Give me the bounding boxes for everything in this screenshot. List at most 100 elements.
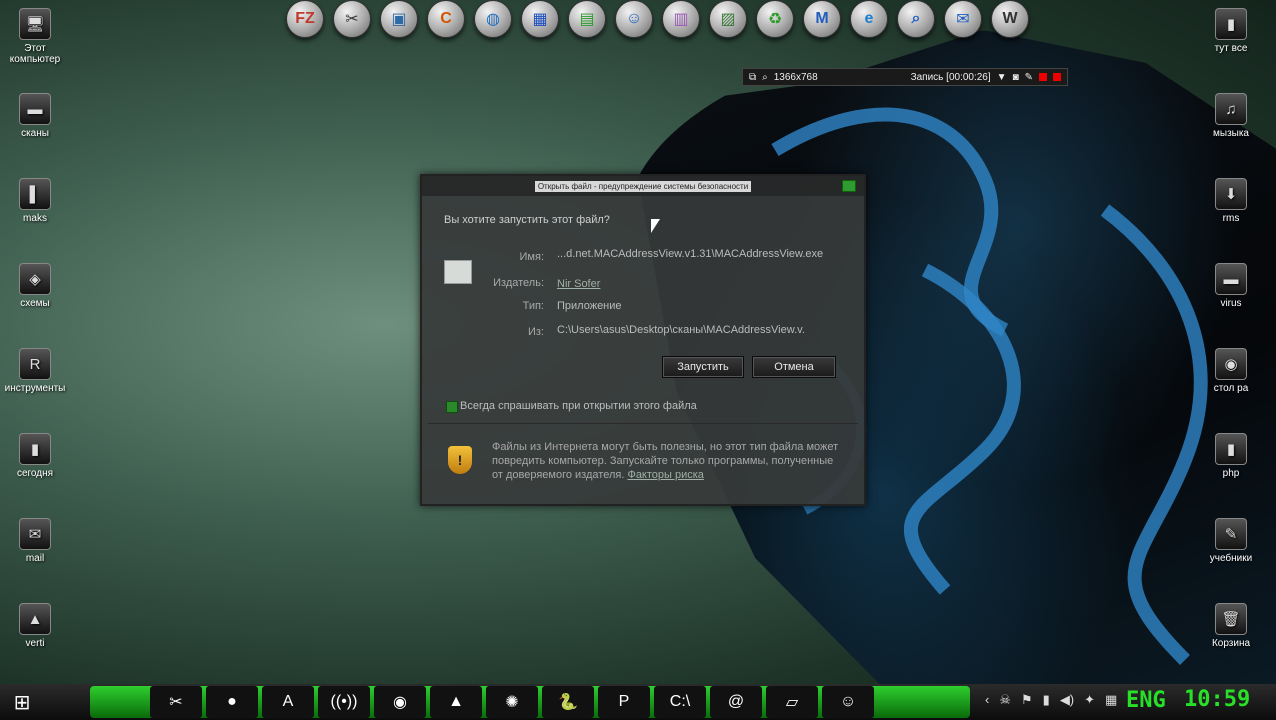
system-tray: ‹ ☠ ⚑ ▮ ◀) ✦ ▦	[985, 692, 1117, 708]
desktop-icon-right-7[interactable]: 🗑 Корзина	[1196, 603, 1266, 649]
dialog-question: Вы хотите запустить этот файл?	[444, 214, 610, 226]
desktop-icon-label: сегодня	[16, 468, 54, 479]
folder-icon: ▌	[19, 178, 51, 210]
record-icon[interactable]: ●	[206, 686, 258, 718]
tray-icon[interactable]: ◀)	[1060, 692, 1074, 708]
python-icon[interactable]: 🐍	[542, 686, 594, 718]
search-icon[interactable]: ⌕	[897, 0, 935, 38]
camera-icon[interactable]: ◙	[1013, 72, 1019, 83]
desktop-icon-label: Корзина	[1211, 638, 1251, 649]
desktop-icon-label: rms	[1222, 213, 1240, 224]
divider	[428, 423, 858, 424]
desktop-icon-left-2[interactable]: ▌ maks	[0, 178, 70, 224]
terminal-icon[interactable]: C:\	[654, 686, 706, 718]
resolution-text: 1366x768	[773, 71, 818, 83]
run-button[interactable]: Запустить	[662, 356, 744, 378]
desktop-icon-left-7[interactable]: ▲ verti	[0, 603, 70, 649]
desktop-icon-right-0[interactable]: ▮ тут все	[1196, 8, 1266, 54]
ccleaner-icon[interactable]: C	[427, 0, 465, 38]
desktop-icon-left-3[interactable]: ◈ схемы	[0, 263, 70, 309]
desktop-icon-left-5[interactable]: ▮ сегодня	[0, 433, 70, 479]
desktop-icon-label: maks	[23, 213, 47, 224]
desktop-icon-left-0[interactable]: 🖥 Этот компьютер	[0, 8, 70, 65]
tools-icon[interactable]: ✂	[333, 0, 371, 38]
monitor-icon[interactable]: ▣	[380, 0, 418, 38]
filezilla-icon[interactable]: FZ	[286, 0, 324, 38]
desktop-icon-right-5[interactable]: ▮ php	[1196, 433, 1266, 479]
publisher-label: Издатель:	[493, 277, 544, 289]
folder-icon: ♫	[1215, 93, 1247, 125]
chrome-icon[interactable]: ◉	[374, 686, 426, 718]
logo-icon[interactable]: M	[803, 0, 841, 38]
tray-icon[interactable]: ☠	[999, 692, 1011, 708]
network-icon[interactable]: ▤	[568, 0, 606, 38]
winrar-icon[interactable]: ▥	[662, 0, 700, 38]
desktop-icon-label: схемы	[20, 298, 50, 309]
desktop-icon-left-1[interactable]: ▬ сканы	[0, 93, 70, 139]
window-control-button[interactable]	[842, 180, 856, 192]
desktop-icon-label: сканы	[21, 128, 49, 139]
clock[interactable]: 10:59	[1184, 687, 1250, 712]
mask-icon[interactable]: ☺	[615, 0, 653, 38]
desktop-icon-right-3[interactable]: ▬ virus	[1196, 263, 1266, 309]
dropdown-icon[interactable]: ▼	[997, 72, 1007, 83]
desktop-icon-label: verti	[25, 638, 45, 649]
pencil-icon[interactable]: ✎	[1025, 72, 1033, 83]
globe-icon[interactable]: ◍	[474, 0, 512, 38]
dialog-title-bar[interactable]: Открыть файл - предупреждение системы бе…	[422, 176, 864, 196]
photo-icon[interactable]: ▨	[709, 0, 747, 38]
ie-icon[interactable]: e	[850, 0, 888, 38]
desktop-icon-right-6[interactable]: ✎ учебники	[1196, 518, 1266, 564]
desktop-icon-right-4[interactable]: ◉ стол ра	[1196, 348, 1266, 394]
desktop-icon-left-4[interactable]: Rинструменты	[0, 348, 70, 394]
desktop-icon-label: мызыка	[1213, 128, 1249, 139]
ball-icon[interactable]: ✺	[486, 686, 538, 718]
recycle-bin-icon: 🗑	[1215, 603, 1247, 635]
mail-icon[interactable]: ✉	[944, 0, 982, 38]
always-ask-checkbox[interactable]	[446, 401, 458, 413]
taskbar: ⊞ ✂ ● A ((•)) ◉ ▲ ✺ 🐍 P C:\ @ ▱ ☺ ‹ ☠ ⚑ ▮ ◀) ✦ ▦ ENG 10:59	[0, 684, 1276, 720]
tray-icon[interactable]: ▮	[1043, 692, 1050, 708]
warning-text-block: Файлы из Интернета могут быть полезны, н…	[492, 440, 847, 482]
start-button[interactable]: ⊞	[8, 690, 36, 714]
from-value: C:\Users\asus\Desktop\сканы\MACAddressVi…	[557, 324, 805, 336]
desktop-icon-right-1[interactable]: ♫ мызыка	[1196, 93, 1266, 139]
desktop-icon-label: инструменты	[4, 383, 66, 394]
folder-icon: ▬	[1215, 263, 1247, 295]
language-indicator[interactable]: ENG	[1126, 688, 1166, 713]
maze-icon[interactable]: ▦	[521, 0, 559, 38]
recycle-icon[interactable]: ♻	[756, 0, 794, 38]
risk-factors-link[interactable]: Факторы риска	[627, 469, 703, 481]
dialog-title: Открыть файл - предупреждение системы бе…	[534, 180, 752, 192]
zoom-icon[interactable]: ⌕	[762, 72, 768, 83]
desktop-icon-label: учебники	[1209, 553, 1253, 564]
computer-icon: 🖥	[19, 8, 51, 40]
resize-icon[interactable]: ⧉	[749, 72, 756, 83]
pause-icon[interactable]	[1039, 73, 1047, 81]
folder-icon: ◉	[1215, 348, 1247, 380]
stop-icon[interactable]	[1053, 73, 1061, 81]
notes-icon[interactable]: ▱	[766, 686, 818, 718]
mask-icon[interactable]: ☺	[822, 686, 874, 718]
tray-icon[interactable]: ‹	[985, 692, 989, 708]
tank-icon[interactable]: W	[991, 0, 1029, 38]
desktop-icon-label: тут все	[1214, 43, 1248, 54]
publisher-link[interactable]: Nir Sofer	[557, 278, 600, 290]
tray-icon[interactable]: ▦	[1105, 692, 1117, 708]
shield-warning-icon: !	[448, 446, 472, 474]
wifi-icon[interactable]: ((•))	[318, 686, 370, 718]
tray-icon[interactable]: ⚑	[1021, 692, 1033, 708]
at-icon[interactable]: @	[710, 686, 762, 718]
paint-icon[interactable]: P	[598, 686, 650, 718]
cancel-button[interactable]: Отмена	[752, 356, 836, 378]
type-value: Приложение	[557, 300, 622, 312]
font-icon[interactable]: A	[262, 686, 314, 718]
avast-icon[interactable]: ▲	[430, 686, 482, 718]
desktop-icon-right-2[interactable]: ⬇ rms	[1196, 178, 1266, 224]
desktop-icon-label: php	[1222, 468, 1240, 479]
folder-icon: ▬	[19, 93, 51, 125]
scissors-icon[interactable]: ✂	[150, 686, 202, 718]
desktop-icon-left-6[interactable]: ✉ mail	[0, 518, 70, 564]
tray-icon[interactable]: ✦	[1084, 692, 1095, 708]
folder-icon: ▮	[1215, 433, 1247, 465]
